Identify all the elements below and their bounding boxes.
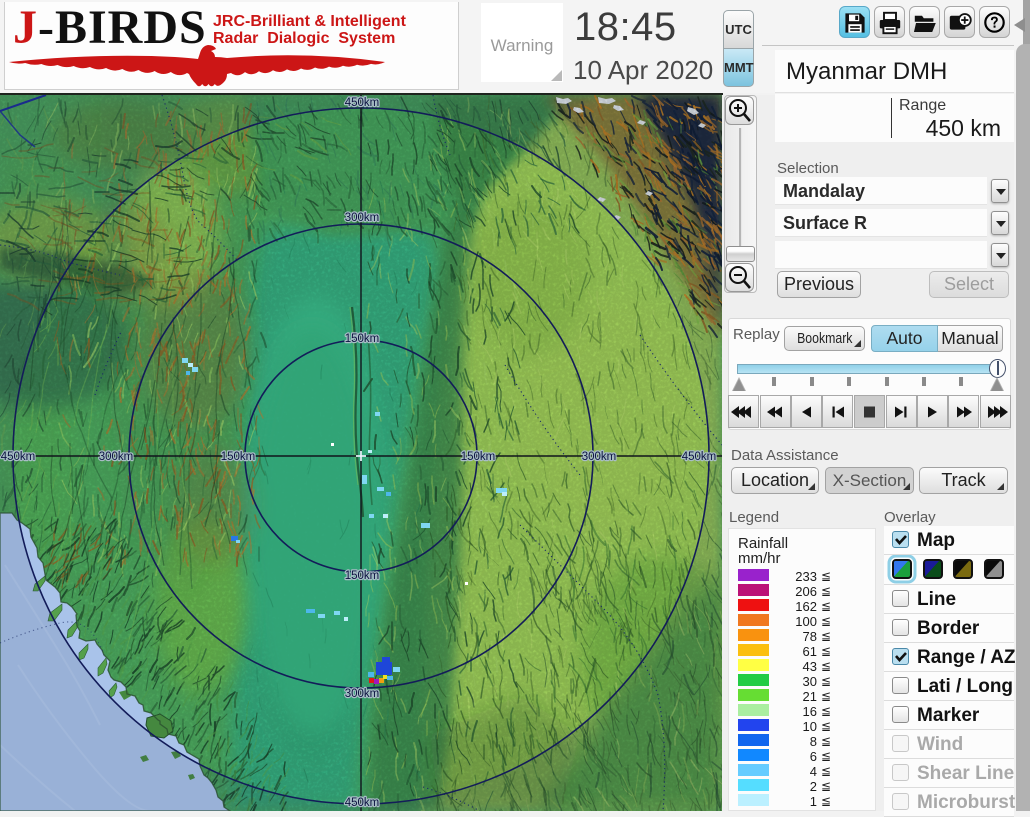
svg-text:150km: 150km <box>461 451 496 463</box>
svg-text:150km: 150km <box>221 451 256 463</box>
svg-text:JRC-Brilliant & Intelligent: JRC-Brilliant & Intelligent <box>213 13 407 30</box>
svg-text:Radar Dialogic System: Radar Dialogic System <box>213 30 395 47</box>
svg-text:300km: 300km <box>582 451 617 463</box>
svg-text:150km: 150km <box>345 570 380 582</box>
svg-text:450km: 450km <box>1 451 36 463</box>
svg-text:450km: 450km <box>345 97 380 109</box>
svg-text:450km: 450km <box>345 797 380 809</box>
svg-text:450km: 450km <box>682 451 717 463</box>
svg-text:300km: 300km <box>99 451 134 463</box>
svg-text:J-BIRDS: J-BIRDS <box>13 2 207 54</box>
svg-text:150km: 150km <box>345 333 380 345</box>
svg-text:300km: 300km <box>345 688 380 700</box>
svg-text:300km: 300km <box>345 212 380 224</box>
